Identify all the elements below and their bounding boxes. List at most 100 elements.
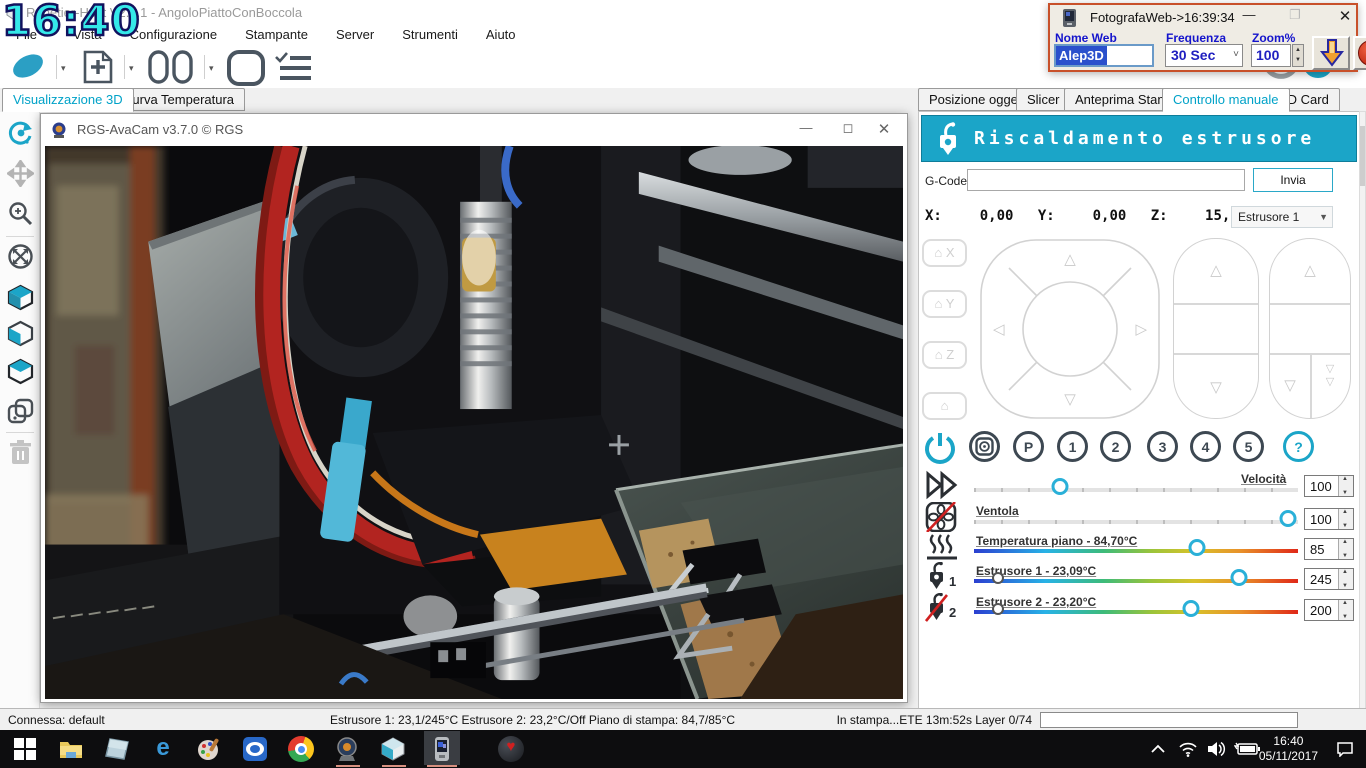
menu-strumenti[interactable]: Strumenti	[392, 25, 470, 44]
spin-arrows-icon[interactable]	[1338, 600, 1353, 620]
tray-expand-icon[interactable]	[1150, 744, 1166, 754]
fan-spinbox[interactable]: 100	[1304, 508, 1354, 530]
extruder2-temp-slider-handle[interactable]	[1183, 600, 1200, 617]
capture-now-button[interactable]	[1312, 36, 1350, 70]
home-y-button[interactable]: ⌂ Y	[922, 290, 967, 318]
zoom-percent-spinbox[interactable]: 100	[1251, 44, 1291, 67]
menu-aiuto[interactable]: Aiuto	[476, 25, 528, 44]
fw-close-button[interactable]: ✕	[1332, 7, 1358, 25]
toggle-log-icon[interactable]	[272, 49, 314, 85]
home-z-button[interactable]: ⌂ Z	[922, 341, 967, 369]
nome-web-input[interactable]: Alep3D	[1054, 44, 1154, 67]
rgs-avacam-icon[interactable]	[334, 736, 360, 762]
glass-viewer-icon[interactable]	[104, 736, 130, 762]
connect-dropdown-icon[interactable]: ▾	[61, 63, 66, 74]
bed-temp-spinbox[interactable]: 85	[1304, 538, 1354, 560]
rotate-view-icon[interactable]	[7, 120, 34, 147]
spin-arrows-icon[interactable]	[1338, 539, 1353, 559]
z-up-arrow-icon[interactable]: △	[1174, 261, 1258, 279]
connect-icon[interactable]	[8, 49, 50, 83]
zoom-view-icon[interactable]	[7, 200, 34, 227]
preset-1-button[interactable]: 1	[1057, 431, 1088, 462]
speed-slider-handle[interactable]	[1052, 478, 1069, 495]
tab-controllo-manuale[interactable]: Controllo manuale	[1162, 88, 1290, 112]
y-plus-arrow-icon[interactable]: △	[979, 250, 1161, 268]
power-button[interactable]	[923, 431, 957, 465]
zoom-spin-arrows[interactable]: ▲▼	[1292, 44, 1304, 67]
isometric-view-icon[interactable]	[7, 284, 34, 311]
webcam-title-bar[interactable]: RGS-AvaCam v3.7.0 © RGS — ◻ ✕	[41, 114, 907, 146]
move-view-icon[interactable]	[7, 160, 34, 187]
z-down-arrow-icon[interactable]: ▽	[1174, 378, 1258, 396]
wifi-icon[interactable]	[1178, 741, 1198, 757]
tab-visualizzazione-3d[interactable]: Visualizzazione 3D	[2, 88, 134, 112]
top-view-icon[interactable]	[7, 358, 34, 385]
x-minus-arrow-icon[interactable]: ◁	[993, 320, 1005, 338]
fit-view-icon[interactable]	[7, 243, 34, 270]
tab-slicer[interactable]: Slicer	[1016, 88, 1071, 111]
extruder1-temp-slider[interactable]	[974, 579, 1298, 583]
teamviewer-icon[interactable]	[242, 736, 268, 762]
volume-icon[interactable]	[1206, 740, 1226, 758]
tray-clock[interactable]: 16:40 05/11/2017	[1259, 734, 1318, 764]
retract-arrow-icon[interactable]: △	[1270, 261, 1350, 279]
stop-capture-button[interactable]: ✕	[1353, 36, 1366, 70]
speed-slider[interactable]	[974, 488, 1298, 492]
fan-slider[interactable]	[974, 520, 1298, 524]
repetier-host-icon[interactable]	[380, 736, 406, 762]
front-view-icon[interactable]	[7, 320, 34, 347]
x-plus-arrow-icon[interactable]: ▷	[1135, 320, 1147, 338]
preset-2-button[interactable]: 2	[1100, 431, 1131, 462]
extruder1-temp-slider-handle[interactable]	[1231, 569, 1248, 586]
spin-arrows-icon[interactable]	[1338, 509, 1353, 529]
frequenza-select[interactable]: 30 Sec ˅	[1165, 44, 1243, 67]
extrude-fast-arrow-icon[interactable]: ▽▽	[1310, 362, 1350, 388]
help-button[interactable]: ?	[1283, 431, 1314, 462]
extrude-arrow-icon[interactable]: ▽	[1270, 376, 1310, 394]
print-job-icon[interactable]	[146, 49, 198, 85]
fotografaweb-icon[interactable]	[429, 736, 455, 762]
menu-server[interactable]: Server	[326, 25, 386, 44]
spin-arrows-icon[interactable]	[1338, 569, 1353, 589]
extruder2-temp-slider[interactable]	[974, 610, 1298, 614]
fan-slider-handle[interactable]	[1280, 510, 1297, 527]
action-center-icon[interactable]	[1336, 741, 1354, 757]
spin-arrows-icon[interactable]	[1338, 476, 1353, 496]
scrollbar-thumb[interactable]	[1360, 126, 1365, 186]
extruder1-temp-spinbox[interactable]: 245	[1304, 568, 1354, 590]
chrome-icon[interactable]	[288, 736, 314, 762]
panel-scrollbar[interactable]	[1359, 111, 1366, 710]
extrude-pad[interactable]: △ ▽ ▽▽	[1269, 238, 1351, 419]
stop-print-icon[interactable]	[224, 49, 268, 87]
preset-4-button[interactable]: 4	[1190, 431, 1221, 462]
trash-icon[interactable]	[7, 439, 34, 466]
extruder2-temp-spinbox[interactable]: 200	[1304, 599, 1354, 621]
webcam-close-button[interactable]: ✕	[869, 120, 899, 140]
print-dropdown-icon[interactable]: ▾	[209, 63, 214, 74]
load-dropdown-icon[interactable]: ▾	[129, 63, 134, 74]
fw-minimize-button[interactable]: —	[1236, 7, 1262, 22]
gcode-input[interactable]	[967, 169, 1245, 191]
fw-maximize-button[interactable]: ❐	[1282, 7, 1308, 23]
home-all-button[interactable]: ⌂	[922, 392, 967, 420]
edge-browser-icon[interactable]: e	[150, 736, 176, 762]
park-button[interactable]: P	[1013, 431, 1044, 462]
card-game-icon[interactable]: ♥	[498, 736, 524, 762]
webcam-minimize-button[interactable]: —	[791, 120, 821, 140]
z-move-pad[interactable]: △ ▽	[1173, 238, 1259, 419]
preset-3-button[interactable]: 3	[1147, 431, 1178, 462]
start-button[interactable]	[12, 736, 38, 762]
bed-temp-slider-handle[interactable]	[1189, 539, 1206, 556]
y-minus-arrow-icon[interactable]: ▽	[979, 390, 1161, 408]
paint-icon[interactable]	[196, 736, 222, 762]
xy-move-pad[interactable]: △ ▽ ◁ ▷	[979, 238, 1161, 420]
preset-5-button[interactable]: 5	[1233, 431, 1264, 462]
send-gcode-button[interactable]: Invia	[1253, 168, 1333, 192]
layers-icon[interactable]	[7, 398, 34, 425]
bed-temp-slider[interactable]	[974, 549, 1298, 553]
menu-stampante[interactable]: Stampante	[235, 25, 320, 44]
extruder-select[interactable]: Estrusore 1▼	[1231, 206, 1333, 228]
battery-charging-icon[interactable]	[1234, 742, 1260, 756]
speed-spinbox[interactable]: 100	[1304, 475, 1354, 497]
webcam-maximize-button[interactable]: ◻	[833, 120, 863, 140]
